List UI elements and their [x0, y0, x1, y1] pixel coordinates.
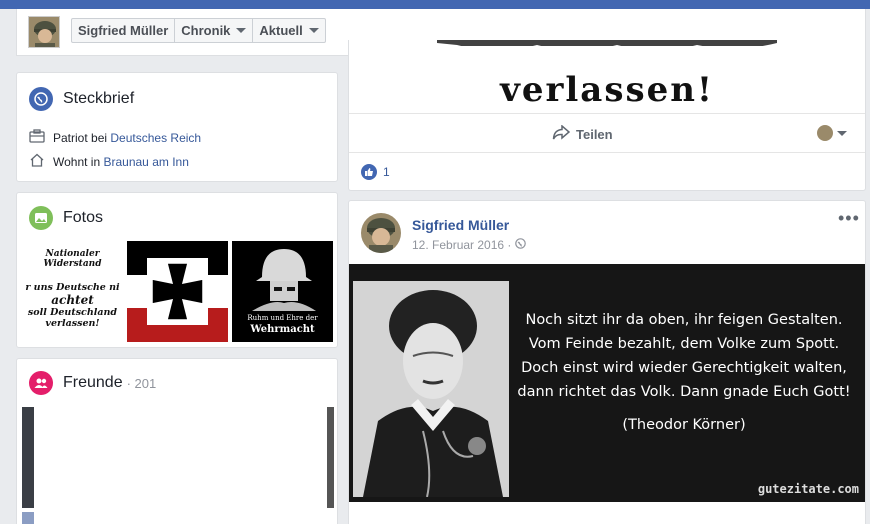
watermark: gutezitate.com — [757, 482, 859, 496]
photo-thumbnail-1[interactable]: Nationaler Widerstand r uns Deutsche ni … — [22, 241, 123, 342]
share-button[interactable]: Teilen — [552, 124, 613, 143]
post-author-avatar[interactable] — [361, 213, 401, 253]
friend-thumbnail-3[interactable] — [327, 407, 334, 508]
home-row: Wohnt in Braunau am Inn — [29, 153, 189, 170]
globe-icon — [515, 238, 527, 252]
photo-thumbnail-3[interactable]: Ruhm und Ehre der Wehrmacht — [232, 241, 333, 342]
avatar — [817, 125, 833, 141]
post-author-name[interactable]: Sigfried Müller — [412, 217, 509, 233]
photo1-line-2: r uns Deutsche ni — [25, 282, 120, 293]
freunde-title: Freunde — [63, 374, 123, 391]
previous-post-image-text: verlassen! — [500, 70, 714, 110]
portrait-image — [353, 281, 509, 497]
previous-post-actions: Teilen — [349, 113, 865, 153]
quote-author: (Theodor Körner) — [622, 417, 746, 433]
like-icon — [361, 164, 377, 180]
globe-icon — [29, 87, 53, 111]
share-label: Teilen — [576, 126, 613, 142]
photo-thumbnail-2[interactable] — [127, 241, 228, 342]
chevron-down-icon — [308, 28, 319, 33]
photo-grid: Nationaler Widerstand r uns Deutsche ni … — [22, 241, 333, 342]
photo3-line-1: Ruhm und Ehre der — [247, 314, 318, 322]
previous-post-image[interactable]: verlassen! — [349, 40, 865, 113]
chevron-down-icon — [236, 28, 247, 33]
friends-icon — [29, 371, 53, 395]
post-date[interactable]: 12. Februar 2016 · — [412, 238, 511, 252]
chevron-down-icon — [837, 130, 847, 136]
briefcase-icon — [29, 129, 45, 146]
quote-line-1: Noch sitzt ihr da oben, ihr feigen Gesta… — [525, 312, 843, 328]
steckbrief-title: Steckbrief — [63, 90, 135, 107]
like-summary[interactable]: 1 — [361, 164, 390, 180]
nav-aktuell-label: Aktuell — [259, 23, 303, 38]
previous-post-image-top — [349, 40, 865, 46]
nav-profile-label: Sigfried Müller — [78, 23, 169, 38]
steckbrief-header: Steckbrief — [29, 87, 134, 111]
fotos-card: Fotos Nationaler Widerstand r uns Deutsc… — [16, 192, 338, 348]
steckbrief-card: Steckbrief Patriot bei Deutsches Reich W… — [16, 72, 338, 182]
post-image[interactable]: Noch sitzt ihr da oben, ihr feigen Gesta… — [349, 264, 865, 502]
friend-thumbnail-row2[interactable] — [22, 512, 34, 524]
more-options-icon[interactable]: ••• — [838, 209, 860, 227]
profile-avatar[interactable] — [28, 16, 60, 48]
freunde-count: · 201 — [126, 375, 157, 391]
post-as-selector[interactable] — [817, 125, 847, 141]
quote-line-4: dann richtet das Volk. Dann gnade Euch G… — [517, 384, 851, 400]
profile-nav: Sigfried Müller Chronik Aktuell — [71, 18, 326, 43]
home-icon — [29, 153, 45, 170]
photo1-line-5: verlassen! — [45, 318, 100, 329]
quote-text: Noch sitzt ihr da oben, ihr feigen Gesta… — [509, 308, 859, 404]
home-link[interactable]: Braunau am Inn — [103, 155, 188, 169]
nav-chronik-label: Chronik — [181, 23, 231, 38]
photo-icon — [29, 206, 53, 230]
work-link[interactable]: Deutsches Reich — [110, 131, 201, 145]
freunde-card: Freunde · 201 — [16, 358, 338, 524]
work-prefix: Patriot bei — [53, 130, 111, 145]
friend-thumbnail-1[interactable] — [22, 407, 34, 508]
nav-aktuell[interactable]: Aktuell — [253, 19, 324, 42]
post-card: Sigfried Müller 12. Februar 2016 · ••• N… — [348, 200, 866, 524]
fotos-title: Fotos — [63, 209, 104, 226]
work-row: Patriot bei Deutsches Reich — [29, 129, 201, 146]
previous-post-card: verlassen! Teilen 1 — [348, 40, 866, 191]
top-bar — [0, 0, 870, 9]
quote-line-2: Vom Feinde bezahlt, dem Volke zum Spott. — [528, 336, 840, 352]
freunde-header: Freunde · 201 — [29, 371, 156, 395]
post-meta: 12. Februar 2016 · — [412, 238, 527, 252]
photo1-line-1: Nationaler Widerstand — [43, 249, 102, 269]
quote-line-3: Doch einst wird wieder Gerechtigkeit wal… — [521, 360, 847, 376]
photo1-line-4: soll Deutschland — [27, 307, 118, 318]
photo3-line-2: Wehrmacht — [250, 324, 315, 335]
nav-profile-name[interactable]: Sigfried Müller — [72, 19, 176, 42]
fotos-header: Fotos — [29, 206, 103, 230]
photo1-line-3: achtet — [51, 293, 94, 307]
like-count: 1 — [383, 165, 390, 179]
nav-chronik[interactable]: Chronik — [175, 19, 254, 42]
share-icon — [552, 124, 571, 143]
home-prefix: Wohnt in — [53, 154, 104, 169]
